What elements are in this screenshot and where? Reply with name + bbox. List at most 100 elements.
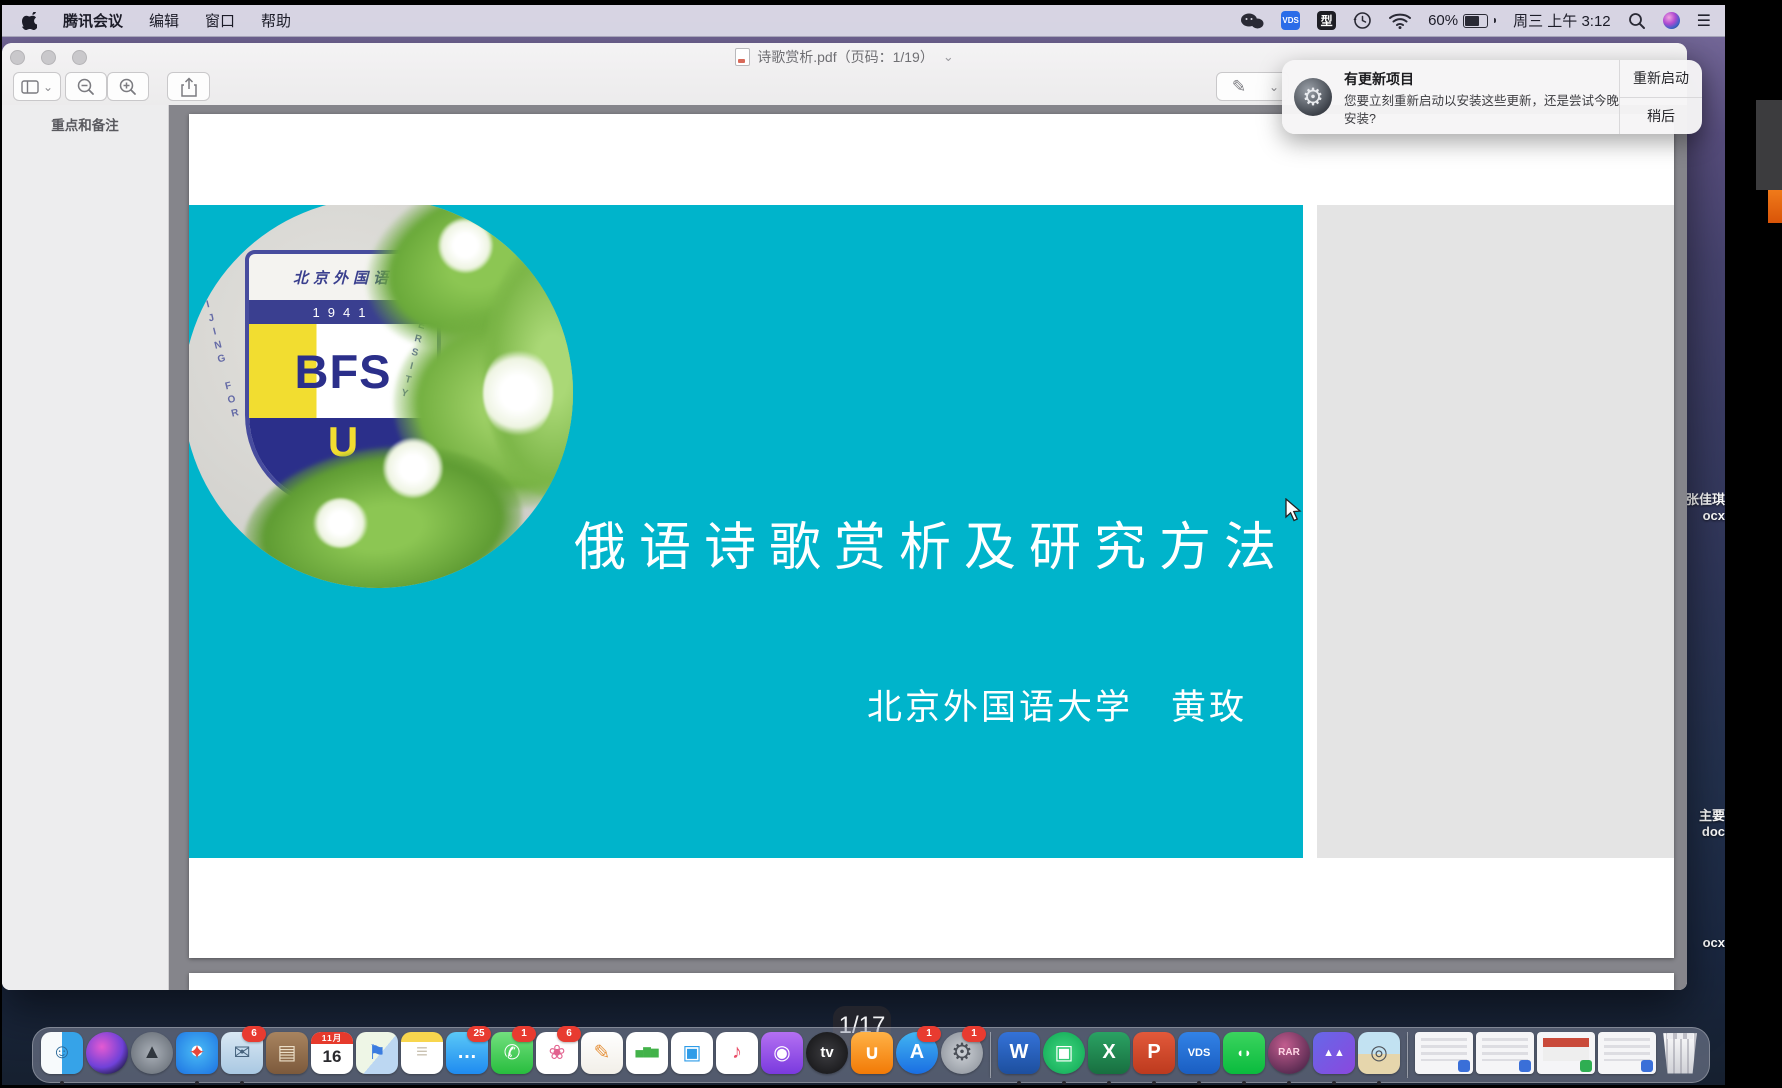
dock-item-maps[interactable]: ⚑ — [356, 1026, 398, 1085]
menu-item[interactable]: 编辑 — [149, 10, 179, 31]
screen: 腾讯会议编辑窗口帮助 VDS 型 60% 周三 上 — [0, 0, 1782, 1088]
chevron-down-icon: ⌄ — [43, 80, 53, 94]
pdf-content-area[interactable]: 北京外国语 1941 BFS U BEIJING FOR UNIVERSITY — [169, 105, 1687, 990]
time-machine-icon[interactable] — [1353, 11, 1372, 31]
dock-item-pages[interactable]: ✎ — [581, 1026, 623, 1085]
dock-item-messages[interactable]: 25 … — [446, 1026, 488, 1085]
slide-title: 俄语诗歌赏析及研究方法 — [574, 505, 1289, 580]
slide: 北京外国语 1941 BFS U BEIJING FOR UNIVERSITY — [189, 205, 1303, 858]
app-icon: ▣ — [1055, 1040, 1074, 1065]
app-icon: … — [457, 1041, 477, 1064]
dock-item-notes[interactable]: ≡ — [401, 1026, 443, 1085]
later-button[interactable]: 稍后 — [1620, 97, 1702, 135]
menu-item[interactable]: 帮助 — [261, 10, 291, 31]
running-indicator — [1197, 1081, 1201, 1085]
pencil-icon: ✎ — [1232, 77, 1246, 97]
running-indicator — [1332, 1081, 1336, 1085]
app-icon: ▤ — [278, 1040, 297, 1065]
minimize-button[interactable] — [41, 50, 56, 65]
dock-separator-2[interactable] — [1407, 1032, 1408, 1078]
flowers — [438, 218, 493, 273]
sidebar: 重点和备注 — [2, 105, 169, 990]
minimized-window-3[interactable] — [1537, 1026, 1595, 1085]
dock-separator-1[interactable] — [990, 1032, 991, 1078]
calendar-month-label: 11月 — [311, 1032, 353, 1044]
app-icon: ◉ — [773, 1040, 790, 1065]
app-icon: P — [1147, 1041, 1160, 1064]
sidebar-toggle-button[interactable]: ⌄ — [13, 72, 61, 101]
close-button[interactable] — [10, 50, 25, 65]
siri-icon[interactable] — [1663, 12, 1680, 29]
dock-item-siri[interactable] — [86, 1026, 128, 1085]
app-icon: ≡ — [416, 1041, 428, 1064]
dock-item-books[interactable]: ∪ — [851, 1026, 893, 1085]
dock-item-mail[interactable]: 6 ✉ — [221, 1026, 263, 1085]
voov-status-icon[interactable]: VDS — [1281, 11, 1300, 30]
spotlight-search-icon[interactable] — [1628, 11, 1646, 31]
desktop-file[interactable]: ocx — [1683, 935, 1725, 951]
pdf-document-icon — [735, 48, 750, 66]
dock-item-preview[interactable]: ◎ — [1358, 1026, 1400, 1085]
minimized-window-1[interactable] — [1415, 1026, 1473, 1085]
dock-item-tencent-meeting[interactable]: ▣ — [1043, 1026, 1085, 1085]
minimized-window-4[interactable] — [1598, 1026, 1656, 1085]
emblem-arc-text-left: BEIJING FOR — [195, 271, 243, 423]
apple-logo-icon[interactable] — [22, 12, 37, 30]
restart-button[interactable]: 重新启动 — [1620, 60, 1702, 97]
running-indicator — [1152, 1081, 1156, 1085]
app-icon: ⚑ — [368, 1040, 386, 1065]
title-chevron-down-icon[interactable]: ⌄ — [943, 49, 954, 65]
dock-item-launchpad[interactable]: ▲ — [131, 1026, 173, 1085]
dock-item-music[interactable]: ♪ — [716, 1026, 758, 1085]
minimized-window-2[interactable] — [1476, 1026, 1534, 1085]
share-button[interactable] — [167, 72, 210, 101]
zoom-button[interactable] — [72, 50, 87, 65]
dock-item-powerpoint[interactable]: P — [1133, 1026, 1175, 1085]
menu-item[interactable]: 窗口 — [205, 10, 235, 31]
zoom-in-button[interactable] — [107, 72, 149, 101]
dock-item-podcasts[interactable]: ◉ — [761, 1026, 803, 1085]
pdf-page-1: 北京外国语 1941 BFS U BEIJING FOR UNIVERSITY — [189, 114, 1674, 958]
running-indicator — [1242, 1081, 1246, 1085]
dock-item-facetime[interactable]: 1 ✆ — [491, 1026, 533, 1085]
running-indicator — [1107, 1081, 1111, 1085]
pdf-page-2 — [189, 973, 1674, 990]
menu-item[interactable]: 腾讯会议 — [63, 10, 123, 31]
dock-item-app-store[interactable]: 1 A — [896, 1026, 938, 1085]
screen-edge-artifact — [1756, 100, 1782, 190]
dock-item-keynote[interactable]: ▣ — [671, 1026, 713, 1085]
menu-bar-clock[interactable]: 周三 上午 3:12 — [1513, 10, 1611, 31]
dock-item-mountains-app[interactable]: ▲▲ — [1313, 1026, 1355, 1085]
notification-center-icon[interactable]: ☰ — [1697, 11, 1711, 31]
dock-item-safari[interactable]: ✦ — [176, 1026, 218, 1085]
mouse-cursor — [1285, 498, 1307, 524]
battery-indicator[interactable]: 60% — [1428, 12, 1496, 29]
dock-item-contacts[interactable]: ▤ — [266, 1026, 308, 1085]
desktop-file[interactable]: 张佳琪 ocx — [1683, 492, 1725, 524]
dock-item-excel[interactable]: X — [1088, 1026, 1130, 1085]
flowers — [483, 348, 553, 438]
dock-item-apple-tv[interactable]: tv — [806, 1026, 848, 1085]
dock-item-numbers[interactable]: ▅▇▆ — [626, 1026, 668, 1085]
dock-item-photos[interactable]: 6 ❀ — [536, 1026, 578, 1085]
wifi-icon[interactable] — [1389, 11, 1411, 31]
desktop-file[interactable]: 主要 doc — [1683, 808, 1725, 840]
dock-item-voov-meeting[interactable]: VDS — [1178, 1026, 1220, 1085]
input-method-icon[interactable]: 型 — [1317, 11, 1336, 30]
app-icon: tv — [820, 1044, 833, 1061]
window-title: 诗歌赏析.pdf（页码：1/19） — [757, 47, 934, 67]
dock-item-word[interactable]: W — [998, 1026, 1040, 1085]
dock-item-trash[interactable] — [1659, 1026, 1701, 1085]
dock-item-rar-archiver[interactable]: RAR — [1268, 1026, 1310, 1085]
dock-item-calendar[interactable]: 11月 16 — [311, 1026, 353, 1085]
dock-item-finder[interactable]: ☺ — [41, 1026, 83, 1085]
app-icon: ✆ — [504, 1040, 521, 1065]
university-logo-image: 北京外国语 1941 BFS U BEIJING FOR UNIVERSITY — [189, 205, 573, 588]
dock-item-system-preferences[interactable]: 1 ⚙ — [941, 1026, 983, 1085]
dock-item-wechat[interactable]: ◖◗ — [1223, 1026, 1265, 1085]
app-icon: ∪ — [864, 1040, 880, 1065]
markup-button[interactable]: ✎ — [1216, 72, 1262, 101]
zoom-out-button[interactable] — [65, 72, 107, 101]
wechat-status-icon[interactable] — [1240, 11, 1264, 31]
slide-gray-panel — [1317, 205, 1674, 858]
